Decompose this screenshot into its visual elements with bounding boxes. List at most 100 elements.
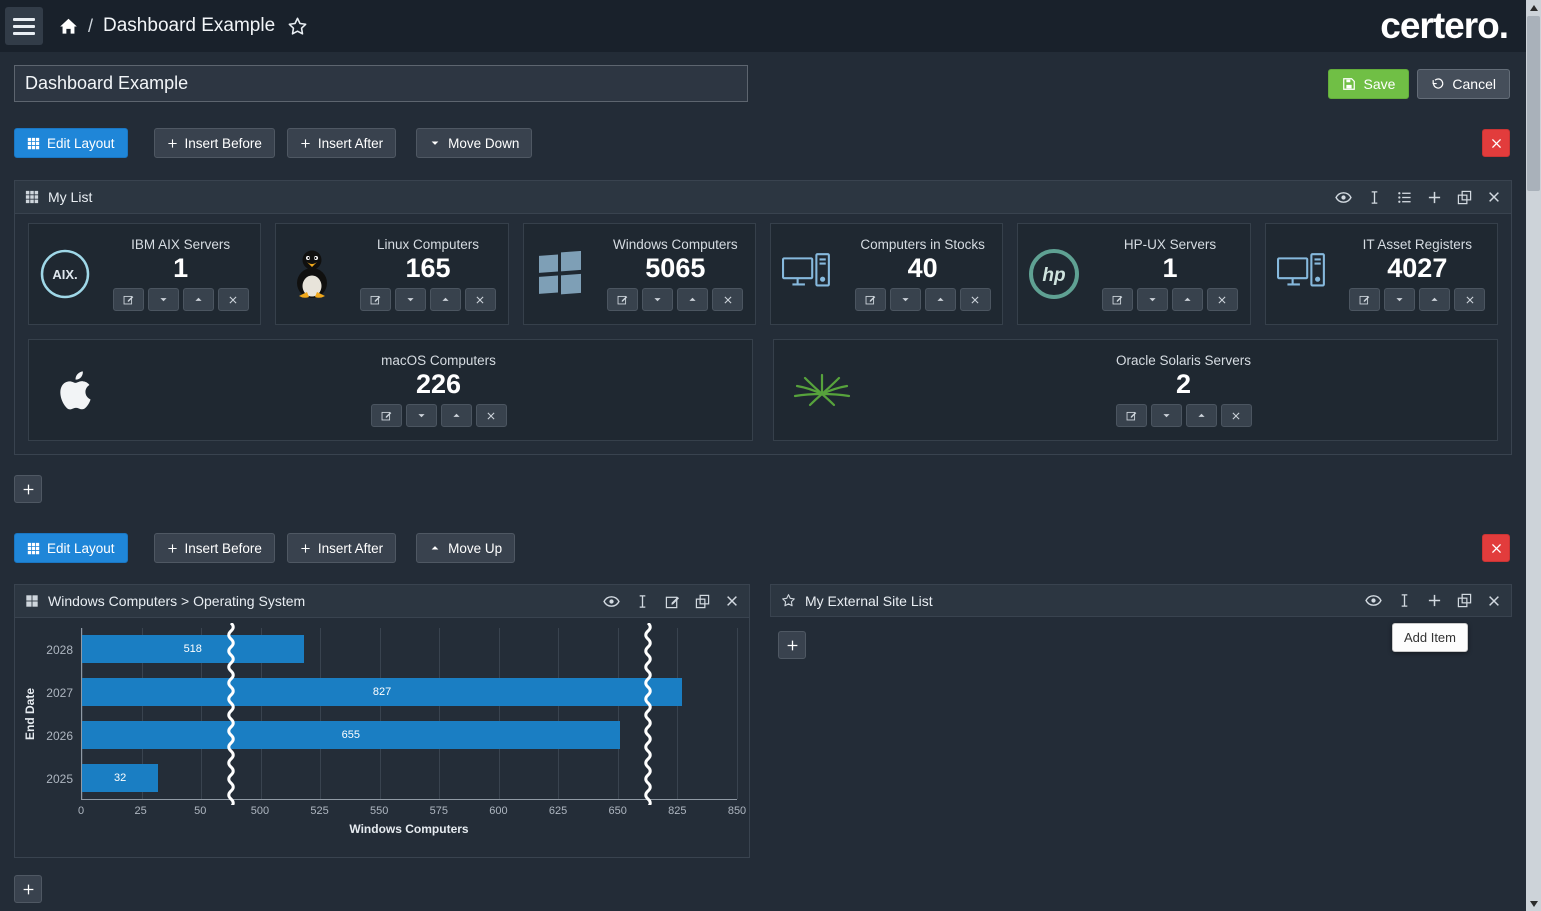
tile-dropdown-button[interactable] — [395, 288, 426, 311]
tile-collapse-button[interactable] — [441, 404, 472, 427]
tile-collapse-button[interactable] — [1419, 288, 1450, 311]
tile-remove-button[interactable] — [218, 288, 249, 311]
tile-edit-button[interactable] — [360, 288, 391, 311]
tile-edit-button[interactable] — [371, 404, 402, 427]
move-up-button[interactable]: Move Up — [416, 533, 515, 563]
add-section-button[interactable] — [14, 875, 42, 903]
tile-dropdown-button[interactable] — [642, 288, 673, 311]
chart-x-axis-title: Windows Computers — [81, 820, 737, 836]
copy-icon[interactable] — [695, 594, 710, 609]
tile-it-asset-registers: IT Asset Registers 4027 — [1265, 223, 1498, 325]
text-cursor-icon[interactable] — [1367, 190, 1382, 205]
tile-remove-button[interactable] — [1454, 288, 1485, 311]
tile-dropdown-button[interactable] — [1137, 288, 1168, 311]
insert-before-label: Insert Before — [185, 541, 262, 556]
dashboard-name-input[interactable] — [14, 65, 748, 102]
tile-collapse-button[interactable] — [925, 288, 956, 311]
insert-after-button[interactable]: Insert After — [287, 533, 396, 563]
tile-dropdown-button[interactable] — [406, 404, 437, 427]
x-tick-label: 550 — [370, 805, 388, 817]
insert-before-button[interactable]: Insert Before — [154, 533, 275, 563]
add-icon[interactable] — [1427, 190, 1442, 205]
tile-edit-button[interactable] — [1349, 288, 1380, 311]
tile-edit-button[interactable] — [113, 288, 144, 311]
scrollbar-thumb[interactable] — [1527, 16, 1540, 191]
tile-value: 2 — [870, 369, 1497, 400]
axis-break-mark — [643, 623, 653, 805]
close-icon[interactable] — [725, 594, 739, 608]
tile-macos-computers: macOS Computers 226 — [28, 339, 753, 441]
my-list-panel-header: My List — [15, 181, 1511, 214]
external-panel-title: My External Site List — [805, 593, 933, 609]
move-down-button[interactable]: Move Down — [416, 128, 532, 158]
tile-remove-button[interactable] — [960, 288, 991, 311]
tile-dropdown-button[interactable] — [1384, 288, 1415, 311]
tile-edit-button[interactable] — [1102, 288, 1133, 311]
bar-2026: 655 — [82, 721, 620, 749]
tile-remove-button[interactable] — [476, 404, 507, 427]
insert-after-label: Insert After — [318, 541, 383, 556]
tile-edit-button[interactable] — [1116, 404, 1147, 427]
insert-before-button[interactable]: Insert Before — [154, 128, 275, 158]
scroll-up-arrow[interactable] — [1526, 0, 1541, 15]
close-icon[interactable] — [1487, 190, 1501, 204]
tile-oracle-solaris-servers: Oracle Solaris Servers 2 — [773, 339, 1498, 441]
y-tick-label: 2027 — [39, 671, 81, 714]
top-section-toolbar: Edit Layout Insert Before Insert After M… — [14, 128, 1510, 158]
x-tick-label: 25 — [135, 805, 147, 817]
favorite-star-icon[interactable] — [287, 16, 308, 37]
remove-section-button[interactable] — [1482, 129, 1510, 157]
tile-collapse-button[interactable] — [1172, 288, 1203, 311]
text-cursor-icon[interactable] — [1397, 593, 1412, 608]
scroll-down-arrow[interactable] — [1526, 896, 1541, 911]
home-icon[interactable] — [59, 17, 78, 36]
tile-value: 165 — [348, 253, 507, 284]
edit-layout-button[interactable]: Edit Layout — [14, 128, 128, 158]
add-widget-button[interactable] — [14, 475, 42, 503]
tile-dropdown-button[interactable] — [1151, 404, 1182, 427]
svg-text:hp: hp — [1043, 265, 1066, 286]
tile-dropdown-button[interactable] — [148, 288, 179, 311]
add-external-item-button[interactable] — [778, 631, 806, 659]
x-tick-label: 525 — [310, 805, 328, 817]
tile-collapse-button[interactable] — [183, 288, 214, 311]
tile-title: Oracle Solaris Servers — [870, 353, 1497, 368]
my-list-panel: My List AIX. IBM AIX Servers 1 — [14, 180, 1512, 455]
tile-remove-button[interactable] — [1207, 288, 1238, 311]
eye-icon[interactable] — [603, 593, 620, 610]
solaris-sun-icon — [774, 372, 870, 408]
remove-section-button[interactable] — [1482, 534, 1510, 562]
text-cursor-icon[interactable] — [635, 594, 650, 609]
save-label: Save — [1363, 76, 1395, 92]
move-up-label: Move Up — [448, 541, 502, 556]
bar-value-label: 655 — [342, 729, 360, 741]
tile-collapse-button[interactable] — [677, 288, 708, 311]
eye-icon[interactable] — [1335, 189, 1352, 206]
page: / Dashboard Example certero. Save Cancel… — [0, 0, 1526, 911]
close-icon[interactable] — [1487, 594, 1501, 608]
bar-value-label: 32 — [114, 772, 126, 784]
edit-icon[interactable] — [665, 594, 680, 609]
tile-remove-button[interactable] — [1221, 404, 1252, 427]
tile-edit-button[interactable] — [607, 288, 638, 311]
insert-after-button[interactable]: Insert After — [287, 128, 396, 158]
tile-dropdown-button[interactable] — [890, 288, 921, 311]
vertical-scrollbar[interactable] — [1526, 0, 1541, 911]
hamburger-menu-icon[interactable] — [5, 7, 43, 45]
cancel-button[interactable]: Cancel — [1417, 69, 1510, 99]
x-tick-label: 0 — [78, 805, 84, 817]
tile-edit-button[interactable] — [855, 288, 886, 311]
add-icon[interactable] — [1427, 593, 1442, 608]
copy-icon[interactable] — [1457, 593, 1472, 608]
hp-icon: hp — [1018, 248, 1090, 300]
list-icon[interactable] — [1397, 190, 1412, 205]
bottom-section-toolbar: Edit Layout Insert Before Insert After M… — [14, 533, 1510, 563]
save-button[interactable]: Save — [1328, 69, 1409, 99]
tile-remove-button[interactable] — [712, 288, 743, 311]
tile-collapse-button[interactable] — [430, 288, 461, 311]
copy-icon[interactable] — [1457, 190, 1472, 205]
tile-remove-button[interactable] — [465, 288, 496, 311]
tile-collapse-button[interactable] — [1186, 404, 1217, 427]
eye-icon[interactable] — [1365, 592, 1382, 609]
edit-layout-button[interactable]: Edit Layout — [14, 533, 128, 563]
